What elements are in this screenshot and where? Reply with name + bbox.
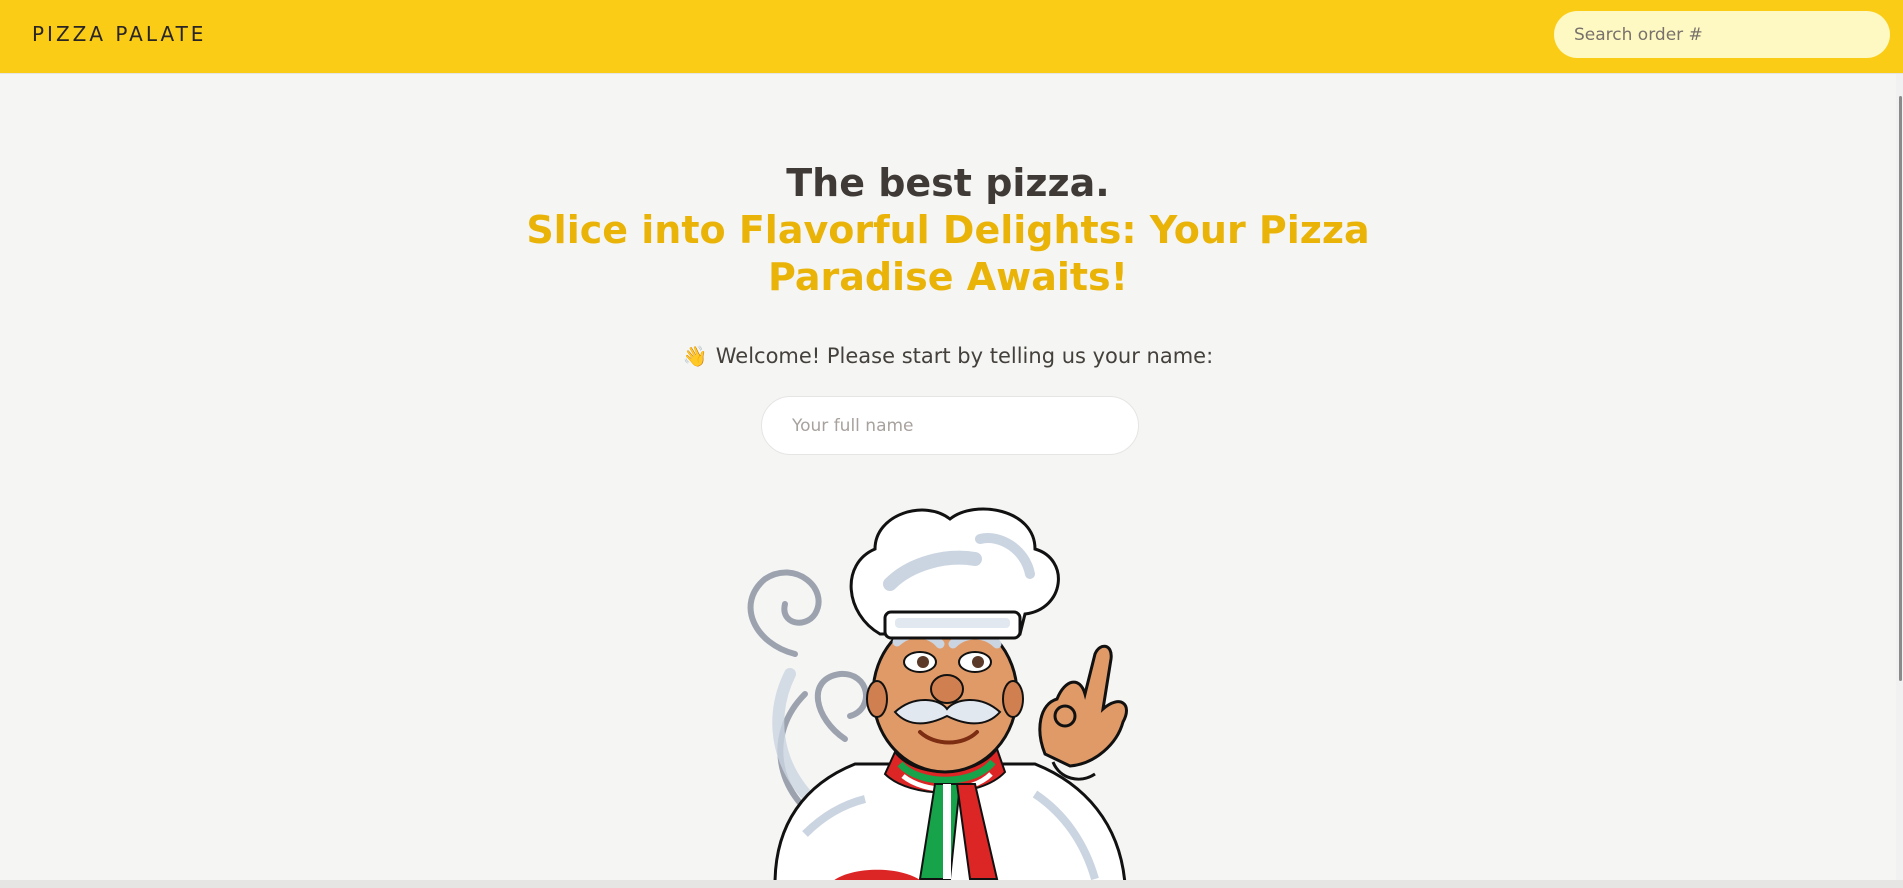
order-search-input[interactable]: [1554, 11, 1890, 58]
full-name-input[interactable]: [761, 396, 1139, 455]
welcome-text: Welcome! Please start by telling us your…: [715, 344, 1214, 368]
hero-subtitle: Slice into Flavorful Delights: Your Pizz…: [526, 208, 1370, 299]
welcome-prompt: 👋 Welcome! Please start by telling us you…: [560, 344, 1336, 368]
horizontal-scrollbar[interactable]: [0, 880, 1903, 888]
hero-heading: The best pizza. Slice into Flavorful Del…: [460, 160, 1436, 301]
page-scrollbar-thumb[interactable]: [1899, 96, 1902, 681]
logo-link[interactable]: Pizza Palate: [32, 22, 206, 46]
main-content: The best pizza. Slice into Flavorful Del…: [0, 74, 1896, 880]
chef-illustration-icon: [747, 507, 1128, 880]
app-header: Pizza Palate: [0, 0, 1903, 74]
waving-hand-icon: 👋: [682, 344, 708, 368]
hero-title: The best pizza.: [786, 161, 1110, 205]
